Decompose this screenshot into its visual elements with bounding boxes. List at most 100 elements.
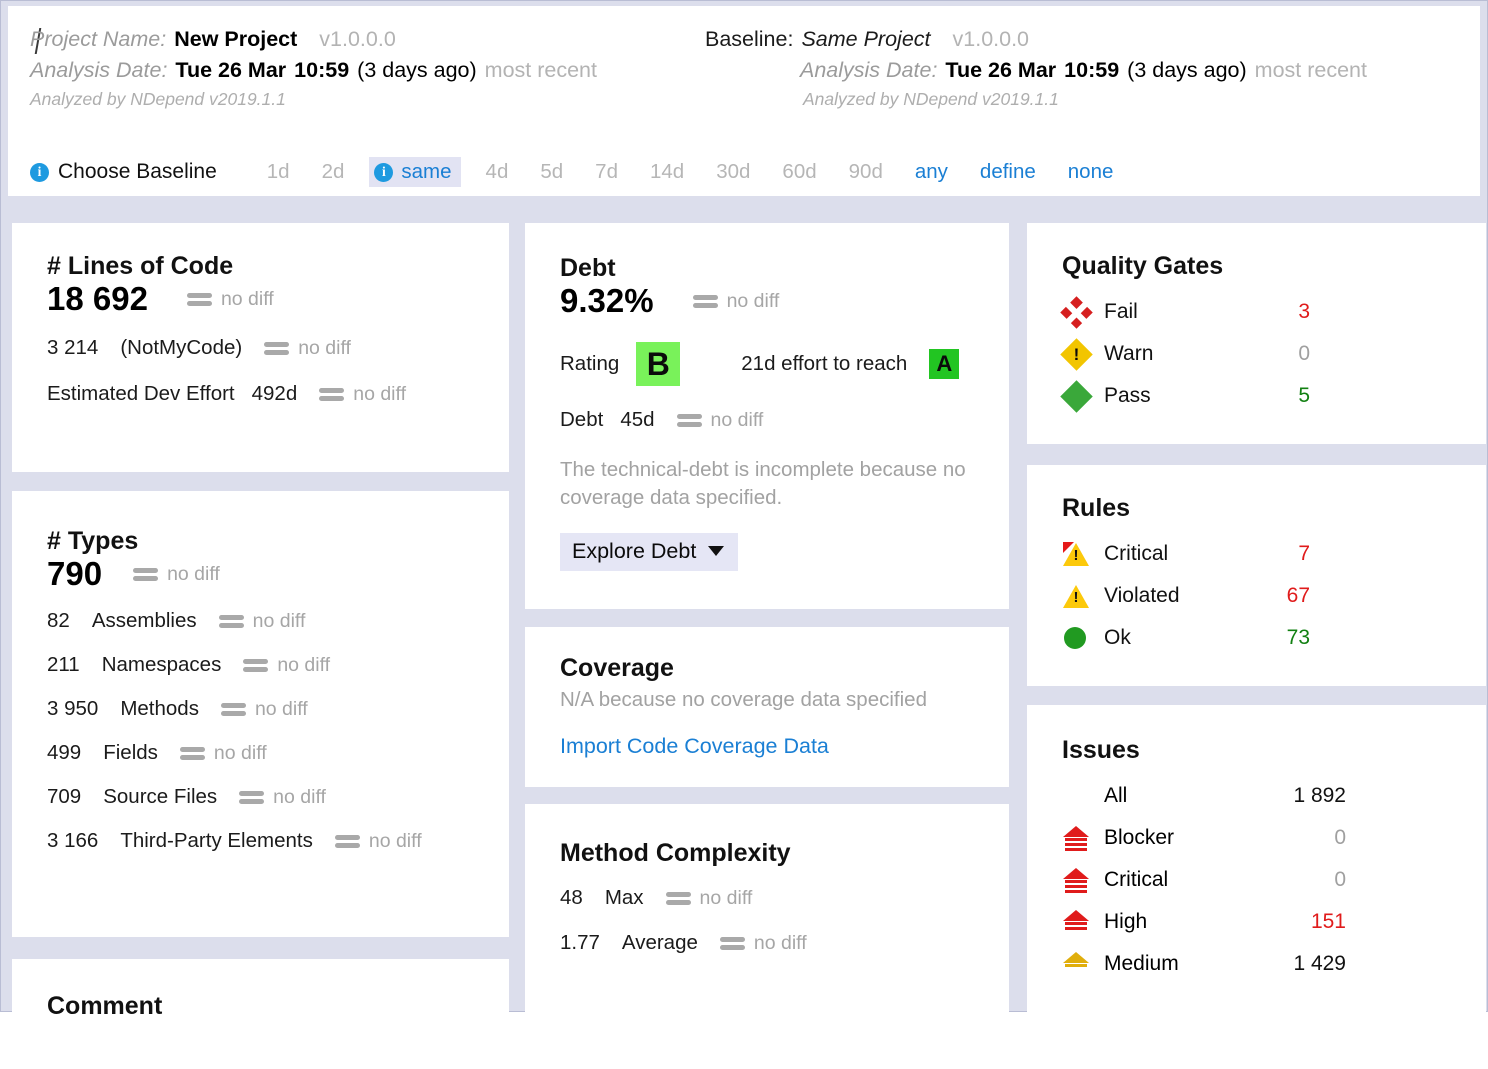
third-party-label: Third-Party Elements (120, 829, 313, 853)
no-diff-equals-icon (692, 294, 718, 309)
chevron-down-icon (708, 546, 725, 557)
notmycode-label: (NotMyCode) (120, 336, 243, 360)
debt-note: The technical-debt is incomplete because… (560, 458, 966, 510)
no-diff-equals-icon (319, 387, 345, 402)
no-diff-equals-icon (186, 292, 212, 307)
baseline-analyzed-by: Analyzed by NDepend v2019.1.1 (803, 89, 1059, 109)
debt-percent-value: 9.32% (560, 282, 654, 320)
critical-warning-icon: ! (1062, 541, 1104, 566)
quality-gate-fail-count: 3 (1298, 300, 1310, 324)
debt-value-label: Debt (560, 408, 604, 432)
quality-gates-panel[interactable]: Quality Gates Fail 3 ! Warn 0 Pass 5 (1027, 223, 1486, 444)
namespaces-label: Namespaces (101, 653, 222, 677)
baseline-option-4d[interactable]: 4d (479, 158, 516, 186)
rules-ok-label: Ok (1104, 626, 1131, 650)
baseline-option-define[interactable]: define (973, 158, 1043, 186)
quality-gate-row-pass[interactable]: Pass 5 (1060, 375, 1486, 417)
issues-row-all[interactable]: All 1 892 (1062, 775, 1486, 817)
baseline-option-30d[interactable]: 30d (709, 158, 757, 186)
issues-row-high[interactable]: High 151 (1062, 901, 1486, 943)
namespaces-diff: no diff (243, 654, 330, 677)
baseline-option-60d[interactable]: 60d (775, 158, 823, 186)
debt-panel[interactable]: Debt 9.32% no diff Rating B 21d effort t… (525, 223, 1009, 609)
comment-panel[interactable]: Comment (12, 959, 509, 1069)
comment-title: Comment (47, 992, 163, 1020)
lines-of-code-panel[interactable]: # Lines of Code 18 692 no diff 3 214 (No… (12, 223, 509, 472)
rules-row-ok[interactable]: Ok 73 (1062, 617, 1486, 659)
project-analysis-date-value: Tue 26 Mar (175, 58, 287, 82)
lines-of-code-value-row: 18 692 no diff (47, 280, 509, 318)
project-version: v1.0.0.0 (319, 27, 396, 51)
baseline-option-90d[interactable]: 90d (842, 158, 890, 186)
issues-row-critical[interactable]: Critical 0 (1062, 859, 1486, 901)
issues-medium-label: Medium (1104, 952, 1179, 976)
methods-label: Methods (120, 697, 199, 721)
complexity-max-label: Max (604, 886, 644, 910)
issues-row-medium[interactable]: Medium 1 429 (1062, 943, 1486, 985)
issues-row-blocker[interactable]: Blocker 0 (1062, 817, 1486, 859)
lines-of-code-diff: no diff (186, 288, 274, 311)
baseline-option-5d[interactable]: 5d (533, 158, 570, 186)
no-diff-equals-icon (719, 936, 745, 951)
lines-of-code-title: # Lines of Code (47, 252, 234, 280)
project-name-value: New Project (174, 27, 298, 51)
quality-gate-row-fail[interactable]: Fail 3 (1060, 291, 1486, 333)
types-row-methods: 3 950 Methods no diff (47, 697, 509, 721)
quality-gate-warn-count: 0 (1298, 342, 1310, 366)
types-panel[interactable]: # Types 790 no diff 82 Assemblies no dif… (12, 491, 509, 937)
types-row-fields: 499 Fields no diff (47, 741, 509, 765)
rules-violated-count: 67 (1286, 584, 1310, 608)
no-diff-equals-icon (264, 341, 290, 356)
rules-panel[interactable]: Rules ! Critical 7 ! Violated 67 Ok 73 (1027, 465, 1486, 686)
no-diff-equals-icon (220, 702, 246, 717)
notmycode-diff: no diff (264, 337, 351, 360)
import-coverage-link[interactable]: Import Code Coverage Data (560, 734, 1009, 759)
baseline-option-any[interactable]: any (908, 158, 955, 186)
baseline-option-2d[interactable]: 2d (315, 158, 352, 186)
no-diff-equals-icon (133, 567, 159, 582)
coverage-subtitle: N/A because no coverage data specified (560, 688, 927, 712)
info-icon[interactable]: i (30, 162, 49, 182)
rules-critical-count: 7 (1298, 542, 1310, 566)
method-complexity-panel[interactable]: Method Complexity 48 Max no diff 1.77 Av… (525, 804, 1009, 1034)
types-value: 790 (47, 555, 103, 593)
types-title: # Types (47, 527, 139, 555)
baseline-name-line: Baseline: Same Project v1.0.0.0 (705, 24, 1367, 55)
quality-gate-row-warn[interactable]: ! Warn 0 (1060, 333, 1486, 375)
severity-high-icon (1062, 910, 1104, 934)
project-analysis-date-label: Analysis Date: (30, 58, 168, 82)
project-analysis-ago: (3 days ago) (357, 58, 477, 82)
project-analyzed-by: Analyzed by NDepend v2019.1.1 (30, 89, 286, 109)
explore-debt-label: Explore Debt (572, 538, 697, 563)
fields-diff-label: no diff (213, 741, 267, 764)
baseline-option-7d[interactable]: 7d (588, 158, 625, 186)
issues-panel[interactable]: Issues All 1 892 Blocker 0 Critical 0 Hi… (1027, 705, 1486, 1035)
complexity-row-average: 1.77 Average no diff (560, 931, 1009, 955)
debt-value-diff: no diff (676, 409, 763, 432)
dev-effort-diff-label: no diff (353, 382, 407, 405)
rules-title: Rules (1062, 494, 1131, 522)
baseline-option-none[interactable]: none (1061, 158, 1121, 186)
rules-row-critical[interactable]: ! Critical 7 (1062, 533, 1486, 575)
baseline-option-1d[interactable]: 1d (260, 158, 297, 186)
notmycode-count: 3 214 (47, 336, 99, 360)
severity-medium-icon (1062, 952, 1104, 976)
no-diff-equals-icon (243, 658, 269, 673)
complexity-average-value: 1.77 (560, 931, 600, 955)
issues-all-count: 1 892 (1293, 784, 1346, 808)
explore-debt-button[interactable]: Explore Debt (560, 532, 739, 571)
issues-blocker-count: 0 (1334, 826, 1346, 850)
no-diff-equals-icon (239, 790, 265, 805)
project-summary: Project Name: New Project v1.0.0.0 Analysi… (30, 24, 597, 113)
rules-violated-label: Violated (1104, 584, 1180, 608)
baseline-analysis-date-line: Analysis Date: Tue 26 Mar 10:59 (3 days ago… (705, 55, 1367, 86)
baseline-option-same[interactable]: i same (369, 157, 461, 187)
source-files-count: 709 (47, 785, 82, 809)
coverage-panel[interactable]: Coverage N/A because no coverage data sp… (525, 627, 1009, 787)
warn-diamond-icon: ! (1060, 337, 1104, 371)
baseline-option-14d[interactable]: 14d (643, 158, 691, 186)
source-files-diff-label: no diff (273, 785, 326, 808)
rules-row-violated[interactable]: ! Violated 67 (1062, 575, 1486, 617)
severity-critical-icon (1062, 868, 1104, 894)
complexity-average-label: Average (621, 931, 698, 955)
